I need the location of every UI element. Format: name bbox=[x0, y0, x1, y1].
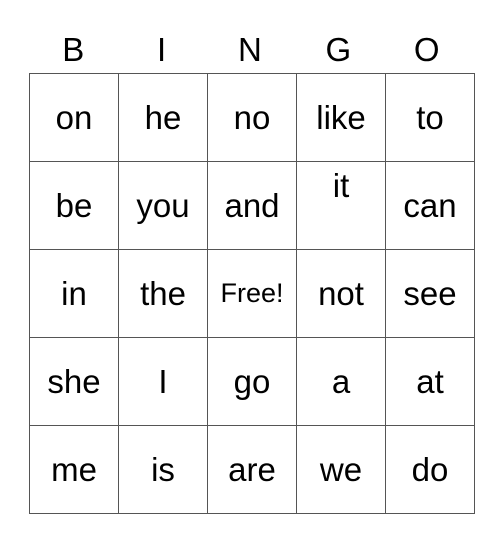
card-cell[interactable]: in bbox=[29, 249, 119, 338]
card-cell[interactable]: are bbox=[207, 425, 297, 514]
card-cell[interactable]: see bbox=[385, 249, 475, 338]
card-cell[interactable]: to bbox=[385, 73, 475, 162]
card-cell[interactable]: you bbox=[118, 161, 208, 250]
card-cell[interactable]: I bbox=[118, 337, 208, 426]
bingo-header: B I N G O bbox=[29, 28, 471, 72]
card-cell[interactable]: at bbox=[385, 337, 475, 426]
card-row: me is are we do bbox=[29, 425, 475, 514]
card-cell[interactable]: he bbox=[118, 73, 208, 162]
card-cell[interactable]: be bbox=[29, 161, 119, 250]
header-letter-n: N bbox=[238, 31, 262, 68]
free-space-cell[interactable]: Free! bbox=[207, 249, 297, 338]
card-cell[interactable]: on bbox=[29, 73, 119, 162]
card-cell[interactable]: not bbox=[296, 249, 386, 338]
card-cell[interactable]: go bbox=[207, 337, 297, 426]
card-cell[interactable]: do bbox=[385, 425, 475, 514]
card-cell[interactable]: can bbox=[385, 161, 475, 250]
card-cell[interactable]: is bbox=[118, 425, 208, 514]
card-cell[interactable]: she bbox=[29, 337, 119, 426]
card-cell[interactable]: me bbox=[29, 425, 119, 514]
header-letter-o: O bbox=[413, 31, 440, 68]
card-cell[interactable]: we bbox=[296, 425, 386, 514]
card-cell-text: it bbox=[332, 166, 350, 204]
card-row: she I go a at bbox=[29, 337, 475, 426]
card-row: be you and it can bbox=[29, 161, 475, 250]
card-cell[interactable]: it bbox=[296, 161, 386, 250]
card-cell[interactable]: and bbox=[207, 161, 297, 250]
header-letter-g: G bbox=[325, 31, 352, 68]
bingo-card: on he no like to be you and it can in th… bbox=[29, 73, 475, 514]
header-letter-i: I bbox=[157, 31, 167, 68]
card-cell[interactable]: the bbox=[118, 249, 208, 338]
card-row: on he no like to bbox=[29, 73, 475, 162]
card-cell[interactable]: a bbox=[296, 337, 386, 426]
header-letter-b: B bbox=[62, 31, 85, 68]
card-row: in the Free! not see bbox=[29, 249, 475, 338]
card-cell[interactable]: like bbox=[296, 73, 386, 162]
card-cell[interactable]: no bbox=[207, 73, 297, 162]
